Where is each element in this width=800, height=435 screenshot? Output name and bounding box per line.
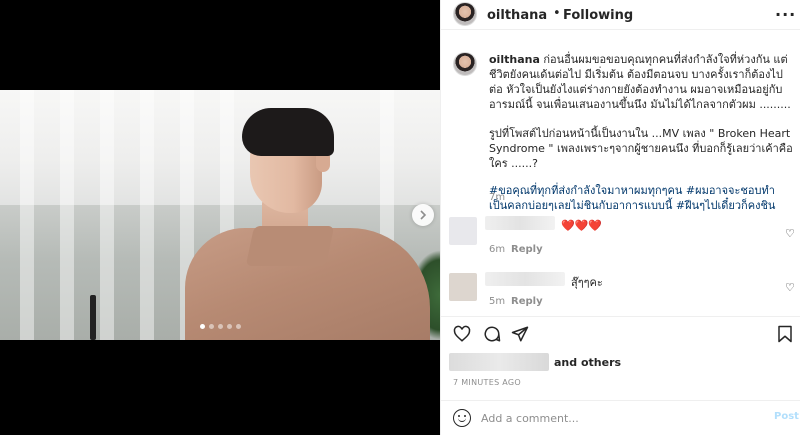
heart-icon[interactable] xyxy=(453,325,471,343)
following-button[interactable]: Following xyxy=(563,8,633,23)
comment-time: 6m xyxy=(489,244,506,255)
bookmark-icon[interactable] xyxy=(777,325,793,343)
photo-curtain xyxy=(100,90,114,340)
likes-others[interactable]: and others xyxy=(554,356,621,369)
photo-curtain xyxy=(60,90,74,340)
person-collar xyxy=(245,226,335,266)
comment-input[interactable] xyxy=(481,408,731,428)
carousel-next-button[interactable] xyxy=(412,204,434,226)
liker-names[interactable] xyxy=(449,353,549,371)
caption-timestamp: 7m xyxy=(489,192,506,203)
person-hair xyxy=(242,108,334,156)
avatar[interactable] xyxy=(453,2,477,26)
likes-summary[interactable]: and others xyxy=(449,353,621,371)
post-actions xyxy=(441,316,800,350)
chevron-right-icon xyxy=(420,210,427,220)
carousel-dot xyxy=(199,324,205,329)
comment-avatar[interactable] xyxy=(449,273,477,301)
caption-text-2: รูปที่โพสต์ไปก่อนหน้านี้เป็นงานใน ...MV … xyxy=(489,127,793,170)
comment-icon[interactable] xyxy=(483,325,501,343)
photo-cup xyxy=(90,295,96,340)
post-comment-button[interactable]: Post xyxy=(774,411,799,422)
share-icon[interactable] xyxy=(511,325,529,343)
comment-reply-button[interactable]: Reply xyxy=(511,244,543,255)
carousel-dot xyxy=(235,324,241,329)
post-photo[interactable] xyxy=(0,90,440,340)
comment-like-icon[interactable]: ♡ xyxy=(785,281,795,294)
post-header: oilthana • Following ··· xyxy=(441,0,800,30)
comment-text: ❤️❤️❤️ xyxy=(561,219,603,232)
comment-username[interactable] xyxy=(485,216,555,230)
comment-time: 5m xyxy=(489,296,506,307)
post-details-panel: oilthana • Following ··· oilthana ก่อนอื… xyxy=(440,0,800,435)
comment-composer: Post xyxy=(441,400,800,435)
instagram-post-view: oilthana • Following ··· oilthana ก่อนอื… xyxy=(0,0,800,435)
comment-text: สุ๊ๆๆคะ xyxy=(571,276,603,289)
carousel-dot xyxy=(208,324,214,329)
header-username[interactable]: oilthana xyxy=(487,8,547,23)
comment-avatar[interactable] xyxy=(449,217,477,245)
carousel-dot xyxy=(226,324,232,329)
post-caption: oilthana ก่อนอื่นผมขอขอบคุณทุกคนที่ส่งกำ… xyxy=(489,52,793,213)
more-dots-icon[interactable]: ··· xyxy=(775,5,796,24)
emoji-icon[interactable] xyxy=(453,409,471,427)
comment-like-icon[interactable]: ♡ xyxy=(785,227,795,240)
photo-curtain xyxy=(140,90,154,340)
post-timestamp: 7 MINUTES AGO xyxy=(453,378,522,387)
comment-reply-button[interactable]: Reply xyxy=(511,296,543,307)
comment-username[interactable] xyxy=(485,272,565,286)
caption-avatar[interactable] xyxy=(453,52,477,76)
photo-person xyxy=(180,108,430,340)
photo-curtain xyxy=(20,90,34,340)
header-separator: • xyxy=(553,6,561,21)
carousel-indicator xyxy=(0,324,440,329)
caption-username[interactable]: oilthana xyxy=(489,53,540,66)
post-media-panel xyxy=(0,0,440,435)
caption-hashtags[interactable]: #ขอคุณที่ทุกที่ส่งกำลังใจมาหาผมทุกๆคน #ผ… xyxy=(489,183,793,213)
carousel-dot xyxy=(217,324,223,329)
